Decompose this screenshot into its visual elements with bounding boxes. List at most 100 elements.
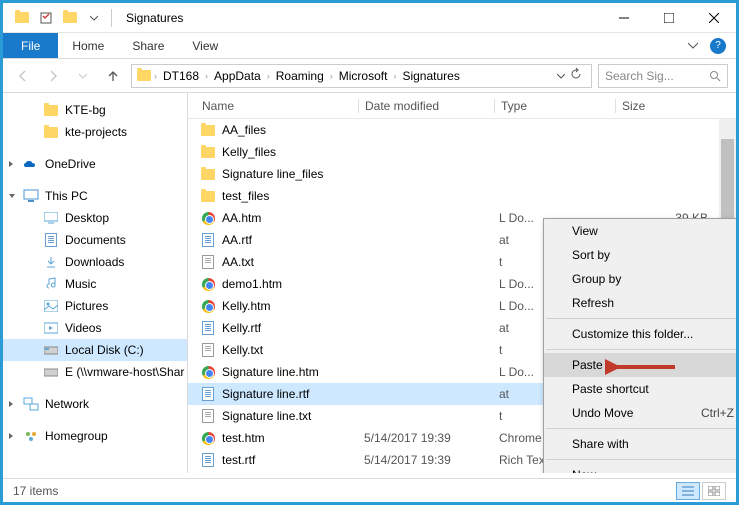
column-name[interactable]: Name [188, 99, 358, 113]
search-placeholder: Search Sig... [605, 69, 674, 83]
column-type[interactable]: Type [495, 99, 615, 113]
nav-this-pc[interactable]: This PC [3, 185, 187, 207]
nav-homegroup[interactable]: Homegroup [3, 425, 187, 447]
menu-shortcut: Ctrl+Z [701, 406, 734, 420]
titlebar: Signatures [3, 3, 736, 33]
column-size[interactable]: Size [616, 99, 736, 113]
crumb-signatures[interactable]: Signatures [398, 69, 463, 83]
file-name: AA_files [222, 123, 266, 137]
folder-icon [11, 7, 33, 29]
menu-item-undo-move[interactable]: Undo MoveCtrl+Z [544, 401, 736, 425]
nav-folder-kte-projects[interactable]: kte-projects [3, 121, 187, 143]
crumb-dt168[interactable]: DT168 [159, 69, 203, 83]
menu-item-label: Customize this folder... [572, 327, 693, 341]
file-row[interactable]: Kelly_files [188, 141, 736, 163]
properties-qat-icon[interactable] [35, 7, 57, 29]
minimize-button[interactable] [601, 4, 646, 32]
thumbnails-view-button[interactable] [702, 482, 726, 500]
breadcrumb[interactable]: › DT168› AppData› Roaming› Microsoft› Si… [131, 64, 592, 88]
crumb-microsoft[interactable]: Microsoft [335, 69, 392, 83]
nav-desktop[interactable]: Desktop [3, 207, 187, 229]
nav-folder-kte-bg[interactable]: KTE-bg [3, 99, 187, 121]
file-name: Signature line_files [222, 167, 323, 181]
rtf-icon [200, 386, 216, 402]
view-tab[interactable]: View [178, 33, 232, 58]
file-name: Kelly.htm [222, 299, 270, 313]
menu-separator [546, 428, 736, 429]
nav-onedrive[interactable]: OneDrive [3, 153, 187, 175]
file-row[interactable]: Signature line_files [188, 163, 736, 185]
file-name: AA.rtf [222, 233, 252, 247]
documents-icon [43, 232, 59, 248]
recent-dropdown-icon[interactable] [71, 64, 95, 88]
txt-icon [200, 342, 216, 358]
forward-button[interactable] [41, 64, 65, 88]
qat-dropdown-icon[interactable] [83, 7, 105, 29]
menu-item-label: Paste shortcut [572, 382, 649, 396]
file-name: Signature line.txt [222, 409, 311, 423]
crumb-roaming[interactable]: Roaming [272, 69, 328, 83]
desktop-icon [43, 210, 59, 226]
search-input[interactable]: Search Sig... [598, 64, 728, 88]
menu-item-paste[interactable]: Paste [544, 353, 736, 377]
menu-item-customize-this-folder[interactable]: Customize this folder... [544, 322, 736, 346]
address-dropdown-icon[interactable] [557, 69, 565, 83]
nav-network[interactable]: Network [3, 393, 187, 415]
up-button[interactable] [101, 64, 125, 88]
chrome-icon [200, 210, 216, 226]
txt-icon [200, 408, 216, 424]
file-row[interactable]: AA_files [188, 119, 736, 141]
menu-item-paste-shortcut[interactable]: Paste shortcut [544, 377, 736, 401]
refresh-icon[interactable] [569, 67, 583, 84]
crumb-appdata[interactable]: AppData [210, 69, 265, 83]
column-date[interactable]: Date modified [359, 99, 494, 113]
menu-item-share-with[interactable]: Share with [544, 432, 736, 456]
nav-network-drive-e[interactable]: E (\\vmware-host\Shar [3, 361, 187, 383]
navigation-pane: KTE-bg kte-projects OneDrive This PC Des… [3, 93, 188, 473]
file-name: AA.txt [222, 255, 254, 269]
home-tab[interactable]: Home [58, 33, 118, 58]
file-row[interactable]: test_files [188, 185, 736, 207]
folder-icon [200, 122, 216, 138]
onedrive-icon [23, 156, 39, 172]
menu-item-new[interactable]: New [544, 463, 736, 473]
chrome-icon [200, 276, 216, 292]
rtf-icon [200, 232, 216, 248]
ribbon-expand-icon[interactable] [688, 39, 698, 53]
menu-item-label: Sort by [572, 248, 610, 262]
menu-item-label: New [572, 468, 596, 473]
menu-item-refresh[interactable]: Refresh [544, 291, 736, 315]
new-folder-qat-icon[interactable] [59, 7, 81, 29]
context-menu: View Sort by Group by Refresh Customize this… [543, 218, 736, 473]
downloads-icon [43, 254, 59, 270]
file-date: 5/14/2017 19:39 [358, 431, 493, 445]
music-icon [43, 276, 59, 292]
nav-local-disk-c[interactable]: Local Disk (C:) [3, 339, 187, 361]
menu-item-group-by[interactable]: Group by [544, 267, 736, 291]
ribbon: File Home Share View ? [3, 33, 736, 59]
chrome-icon [200, 298, 216, 314]
menu-item-view[interactable]: View [544, 219, 736, 243]
nav-videos[interactable]: Videos [3, 317, 187, 339]
menu-item-label: Group by [572, 272, 621, 286]
txt-icon [200, 254, 216, 270]
nav-music[interactable]: Music [3, 273, 187, 295]
folder-icon [200, 144, 216, 160]
nav-pictures[interactable]: Pictures [3, 295, 187, 317]
back-button[interactable] [11, 64, 35, 88]
status-item-count: 17 items [13, 484, 58, 498]
nav-documents[interactable]: Documents [3, 229, 187, 251]
search-icon [709, 70, 721, 82]
share-tab[interactable]: Share [118, 33, 178, 58]
help-icon[interactable]: ? [710, 38, 726, 54]
file-tab[interactable]: File [3, 33, 58, 58]
menu-item-sort-by[interactable]: Sort by [544, 243, 736, 267]
network-drive-icon [43, 364, 59, 380]
close-button[interactable] [691, 4, 736, 32]
details-view-button[interactable] [676, 482, 700, 500]
nav-downloads[interactable]: Downloads [3, 251, 187, 273]
file-name: demo1.htm [222, 277, 282, 291]
rtf-icon [200, 320, 216, 336]
maximize-button[interactable] [646, 4, 691, 32]
menu-item-label: Paste [572, 358, 603, 372]
